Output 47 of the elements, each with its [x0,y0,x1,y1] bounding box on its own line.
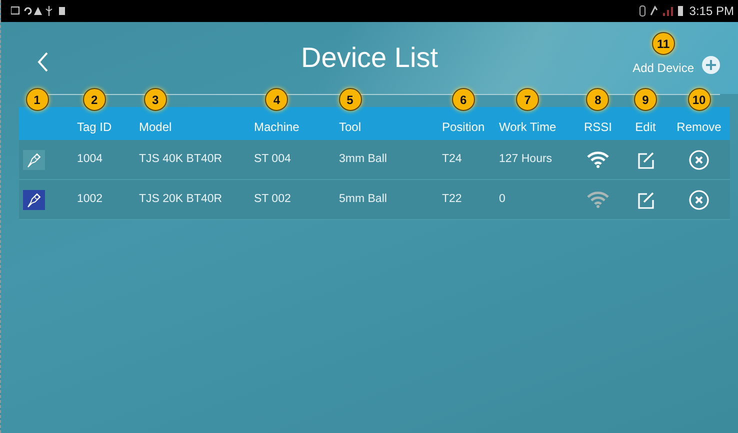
callout-number: 8 [586,88,610,111]
table-cell-text: 3mm Ball [339,152,387,167]
table-cell-text: T22 [442,192,462,207]
column-header: Remove [676,119,722,136]
callout-number: 7 [516,88,540,111]
column-header: Position [442,119,485,136]
callout-number: 10 [688,88,710,111]
callout-number: 4 [265,88,288,111]
table-cell-text: ST 004 [254,152,291,167]
edit-icon[interactable] [636,190,654,208]
table-cell-text: 1002 [77,192,103,207]
table-row[interactable]: 1004 TJS 40K BT40R ST 004 3mm Ball T24 127 Hours [19,140,730,180]
page-title: Device List [301,41,438,75]
column-header: Model [139,119,172,136]
edit-icon[interactable] [636,150,654,168]
status-icons [11,6,67,16]
table-row[interactable]: 1002 TJS 20K BT40R ST 002 5mm Ball T22 0 [19,180,730,220]
column-header: RSSI [584,119,612,136]
callout-number: 9 [634,88,657,111]
column-header: Edit [635,119,656,136]
table-cell-text: ST 002 [254,192,291,207]
callout-number: 3 [144,88,167,111]
column-header: Tag ID [77,119,112,136]
clock-time: 3:15 PM [689,3,734,20]
column-header: Tool [339,119,362,136]
callout-number: 1 [26,88,48,111]
table-cell-text: TJS 40K BT40R [139,152,222,167]
table-cell-text: 5mm Ball [339,192,387,207]
callout-number: 6 [452,88,475,111]
remove-icon[interactable] [689,150,709,170]
callout-number: 5 [338,88,362,111]
remove-icon[interactable] [689,190,709,210]
probe-icon [23,190,45,210]
table-cell-text: T24 [442,152,462,167]
column-header: Work Time [499,119,556,136]
add-device-link[interactable]: Add Device [632,59,694,77]
callout-number: 11 [652,32,675,55]
add-icon[interactable] [702,53,720,77]
table-cell-text: 127 Hours [499,152,552,167]
callout-number: 2 [82,88,106,111]
table-cell-text: TJS 20K BT40R [139,192,222,207]
table-cell-text: 0 [499,192,506,207]
table-cell-text: 1004 [77,152,103,167]
column-header: Machine [254,119,300,136]
system-icons [639,5,686,17]
probe-icon [23,150,45,170]
back-button[interactable] [37,50,49,74]
